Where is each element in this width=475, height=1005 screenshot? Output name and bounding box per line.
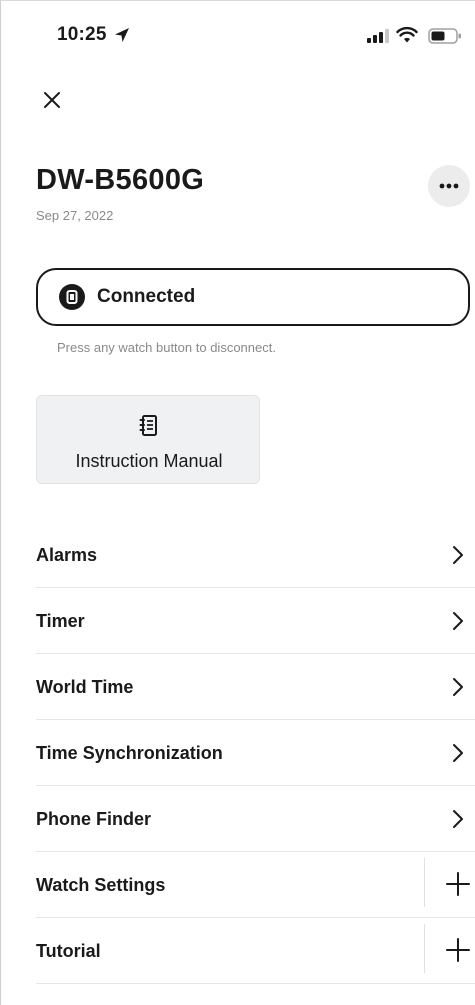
menu-item-world-time[interactable]: World Time — [36, 654, 475, 720]
page-title: DW-B5600G — [36, 164, 205, 196]
menu-item-label: Timer — [36, 611, 85, 631]
instruction-manual-button[interactable]: Instruction Manual — [36, 395, 260, 484]
menu-item-alarms[interactable]: Alarms — [36, 522, 475, 588]
chevron-right-icon — [453, 612, 463, 630]
cellular-signal-icon — [367, 29, 389, 43]
chevron-right-icon — [453, 744, 463, 762]
menu-item-label: World Time — [36, 677, 134, 697]
menu-item-label: Phone Finder — [36, 809, 152, 829]
plus-icon[interactable] — [446, 872, 470, 896]
settings-menu: Alarms Timer World Time Time Synchroniza… — [36, 522, 475, 984]
menu-item-label: Time Synchronization — [36, 743, 223, 763]
row-divider — [424, 924, 425, 973]
close-button[interactable] — [38, 86, 66, 114]
manual-book-icon — [139, 415, 157, 436]
frame-border-left — [0, 0, 1, 1005]
device-date: Sep 27, 2022 — [36, 208, 114, 223]
connection-status-label: Connected — [97, 286, 196, 307]
status-bar: 10:25 — [0, 20, 475, 50]
more-horizontal-icon — [439, 183, 459, 189]
instruction-manual-label: Instruction Manual — [75, 451, 223, 471]
connection-status-button[interactable]: Connected — [36, 268, 470, 326]
menu-item-label: Alarms — [36, 545, 98, 565]
disconnect-hint: Press any watch button to disconnect. — [57, 340, 276, 355]
menu-item-phone-finder[interactable]: Phone Finder — [36, 786, 475, 852]
plus-icon[interactable] — [446, 938, 470, 962]
battery-icon — [428, 28, 461, 44]
menu-item-timer[interactable]: Timer — [36, 588, 475, 654]
location-arrow-icon — [115, 28, 129, 42]
menu-item-label: Tutorial — [36, 941, 101, 961]
frame-border-top — [0, 0, 475, 1]
watch-icon — [59, 284, 85, 310]
close-icon — [44, 92, 60, 108]
chevron-right-icon — [453, 810, 463, 828]
menu-item-label: Watch Settings — [36, 875, 166, 895]
menu-item-time-synchronization[interactable]: Time Synchronization — [36, 720, 475, 786]
chevron-right-icon — [453, 678, 463, 696]
status-time: 10:25 — [57, 24, 107, 45]
chevron-right-icon — [453, 546, 463, 564]
wifi-icon — [396, 26, 418, 43]
menu-item-tutorial[interactable]: Tutorial — [36, 918, 475, 984]
row-divider — [424, 858, 425, 907]
more-options-button[interactable] — [428, 165, 470, 207]
menu-item-watch-settings[interactable]: Watch Settings — [36, 852, 475, 918]
